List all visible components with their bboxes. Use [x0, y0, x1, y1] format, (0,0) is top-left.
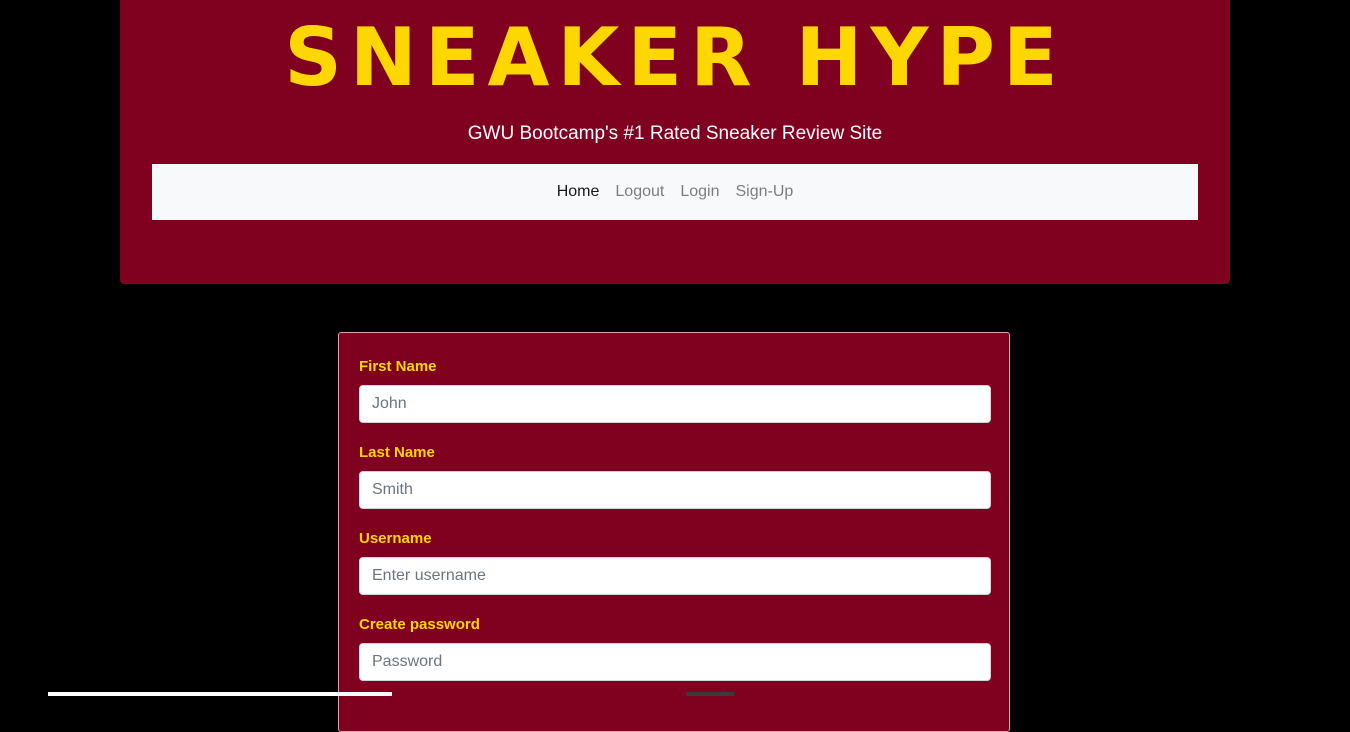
scrollbar-thumb[interactable]	[686, 692, 734, 696]
site-logo: SNEAKER HYPE	[284, 11, 1066, 104]
nav-home-link[interactable]: Home	[549, 183, 608, 201]
password-input[interactable]	[359, 643, 991, 681]
first-name-input[interactable]	[359, 385, 991, 423]
username-input[interactable]	[359, 557, 991, 595]
site-header: SNEAKER HYPE GWU Bootcamp's #1 Rated Sne…	[120, 0, 1230, 284]
site-tagline: GWU Bootcamp's #1 Rated Sneaker Review S…	[467, 123, 883, 144]
horizontal-scrollbar-track[interactable]	[48, 692, 392, 696]
last-name-label: Last Name	[359, 444, 435, 461]
first-name-label: First Name	[359, 358, 437, 375]
last-name-input[interactable]	[359, 471, 991, 509]
password-label: Create password	[359, 616, 480, 633]
nav-signup-link[interactable]: Sign-Up	[727, 183, 801, 201]
nav-logout-link[interactable]: Logout	[607, 183, 672, 201]
nav-login-link[interactable]: Login	[672, 183, 727, 201]
signup-form: First Name Last Name Username Create pas…	[338, 332, 1010, 732]
username-label: Username	[359, 530, 432, 547]
main-navbar: Home Logout Login Sign-Up	[152, 164, 1198, 220]
